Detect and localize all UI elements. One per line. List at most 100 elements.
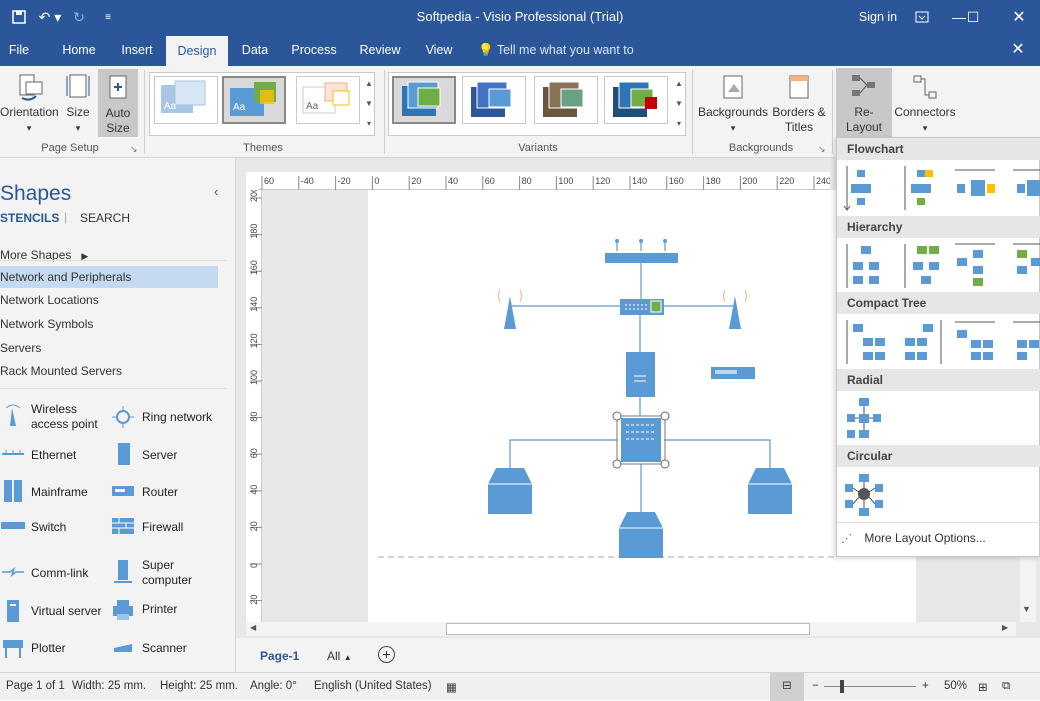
v-ruler-label: 140 [249, 297, 259, 312]
theme-thumb-2[interactable]: Aa [222, 76, 286, 124]
size-button[interactable]: Size ▾ [62, 68, 94, 138]
tab-design[interactable]: Design [166, 36, 228, 66]
search-tab[interactable]: SEARCH [80, 211, 130, 225]
tab-data[interactable]: Data [236, 34, 274, 66]
h-ruler-label: 60 [485, 176, 495, 186]
page-setup-launcher-icon[interactable]: ↘ [130, 144, 138, 155]
scroll-down-icon[interactable]: ▼ [1022, 604, 1031, 614]
stencil-network-locations[interactable]: Network Locations [0, 289, 218, 311]
title-bar: ↶ ▾ ↻ ≡ Softpedia - Visio Professional (… [0, 0, 1040, 34]
server-shape [626, 352, 655, 397]
shape-scanner[interactable]: Scanner [110, 636, 187, 663]
shape-virtual-server[interactable]: Virtual server [0, 598, 101, 627]
shape-router[interactable]: Router [110, 482, 178, 503]
vertical-ruler: 200 180 160 140 120 100 80 60 40 20 0 20 [246, 187, 262, 622]
zoom-slider-thumb[interactable] [840, 680, 844, 693]
sign-in-link[interactable]: Sign in [850, 0, 906, 34]
auto-size-button[interactable]: Auto Size [98, 69, 138, 137]
stencil-rack-mounted-servers[interactable]: Rack Mounted Servers [0, 360, 218, 382]
flowchart-layouts[interactable] [837, 162, 1040, 214]
section-compact-tree: Compact Tree [837, 292, 1040, 314]
shape-plotter[interactable]: Plotter [0, 636, 66, 663]
tab-file[interactable]: File [0, 34, 38, 66]
backgrounds-launcher-icon[interactable]: ↘ [818, 144, 826, 155]
shape-firewall[interactable]: Firewall [110, 516, 183, 539]
status-page[interactable]: Page 1 of 1 [6, 680, 65, 692]
themes-scroll[interactable]: ▲ ▼ ▾ [364, 74, 374, 134]
shape-printer[interactable]: Printer [110, 598, 177, 625]
variant-thumb-4[interactable] [604, 76, 668, 124]
presentation-mode-icon[interactable]: ⊟ [770, 673, 804, 701]
svg-text:Aa: Aa [306, 101, 319, 112]
backgrounds-button[interactable]: Backgrounds ▾ [698, 68, 768, 138]
connectors-icon [913, 75, 937, 99]
h-ruler-label: 0 [374, 176, 379, 186]
stencil-servers[interactable]: Servers [0, 337, 218, 359]
connectors-button[interactable]: Connectors ▾ [894, 68, 956, 138]
add-page-icon[interactable]: + [378, 646, 395, 663]
more-layout-options-item[interactable]: ⋰ More Layout Options... [841, 528, 1037, 548]
svg-text:Aa: Aa [233, 102, 246, 113]
scroll-left-icon[interactable]: ◀ [250, 623, 256, 632]
stencil-network-peripherals[interactable]: Network and Peripherals [0, 266, 218, 288]
shape-ring-network[interactable]: Ring network [110, 406, 212, 431]
circular-layouts[interactable] [837, 470, 1040, 522]
h-ruler-label: 160 [669, 176, 684, 186]
radial-layouts[interactable] [837, 394, 1040, 446]
tab-page-1[interactable]: Page-1 [260, 649, 299, 663]
tab-review[interactable]: Review [354, 34, 406, 66]
shape-comm-link[interactable]: Comm-link [0, 564, 88, 583]
all-pages-dropdown[interactable]: All ▲ [327, 649, 352, 663]
router-floating [711, 367, 755, 379]
hierarchy-layouts[interactable] [837, 240, 1040, 292]
horizontal-scrollbar[interactable]: ◀ ▶ [246, 622, 1016, 636]
drawing-page[interactable] [368, 190, 916, 622]
zoom-in-icon[interactable]: + [922, 680, 929, 692]
stencils-tab[interactable]: STENCILS [0, 211, 59, 225]
theme-thumb-1[interactable]: Aa [154, 76, 218, 124]
borders-titles-button[interactable]: Borders & Titles [770, 68, 828, 138]
status-language[interactable]: English (United States) [314, 680, 432, 692]
relayout-page-button[interactable]: Re-Layout Page▾ [836, 68, 892, 163]
close-document-icon[interactable]: ✕ [1006, 34, 1030, 66]
shape-wireless-access-point[interactable]: Wireless access point [0, 402, 98, 431]
shape-ethernet[interactable]: Ethernet [0, 444, 76, 467]
ribbon-options-icon[interactable] [910, 0, 934, 34]
zoom-slider[interactable] [824, 686, 916, 687]
shape-super-computer[interactable]: Super computer [110, 558, 192, 587]
tab-process[interactable]: Process [288, 34, 340, 66]
macro-record-icon[interactable]: ▦ [446, 680, 457, 694]
tab-home[interactable]: Home [56, 34, 102, 66]
section-radial: Radial [837, 369, 1040, 391]
stencil-network-symbols[interactable]: Network Symbols [0, 313, 218, 335]
tab-view[interactable]: View [418, 34, 460, 66]
collapse-panel-icon[interactable]: ‹ [214, 184, 218, 199]
variant-thumb-2[interactable] [462, 76, 526, 124]
v-ruler-label: 200 [249, 190, 259, 202]
tab-insert[interactable]: Insert [114, 34, 160, 66]
theme-thumb-3[interactable]: Aa [296, 76, 360, 124]
close-icon[interactable]: ✕ [1004, 0, 1034, 34]
variant-thumb-3[interactable] [534, 76, 598, 124]
h-ruler-label: 180 [706, 176, 721, 186]
horizontal-scroll-thumb[interactable] [446, 623, 810, 635]
zoom-level[interactable]: 50% [944, 680, 967, 692]
shape-mainframe[interactable]: Mainframe [0, 478, 88, 507]
switch-windows-icon[interactable]: ⧉ [1002, 680, 1010, 693]
orientation-button[interactable]: Orientation ▾ [0, 68, 59, 138]
commlink-icon [2, 566, 24, 578]
variants-scroll[interactable]: ▲ ▼ ▾ [674, 74, 684, 134]
shape-switch[interactable]: Switch [0, 518, 66, 537]
variant-thumb-1[interactable] [392, 76, 456, 124]
shape-server[interactable]: Server [110, 442, 177, 469]
fit-page-icon[interactable]: ⊞ [978, 680, 988, 694]
scroll-right-icon[interactable]: ▶ [1002, 623, 1008, 632]
caret-up-icon: ▲ [343, 653, 352, 662]
network-diagram[interactable] [368, 190, 916, 622]
maximize-icon[interactable]: ☐ [958, 0, 988, 34]
zoom-out-icon[interactable]: − [812, 680, 819, 692]
horizontal-ruler: 60 -40 -20 0 20 40 60 80 100 120 140 160 180 200 220 24… [258, 172, 831, 190]
compact-tree-layouts[interactable] [837, 316, 1040, 368]
tell-me-box[interactable]: 💡 Tell me what you want to do [478, 34, 648, 89]
mainframe-icon [4, 480, 22, 502]
